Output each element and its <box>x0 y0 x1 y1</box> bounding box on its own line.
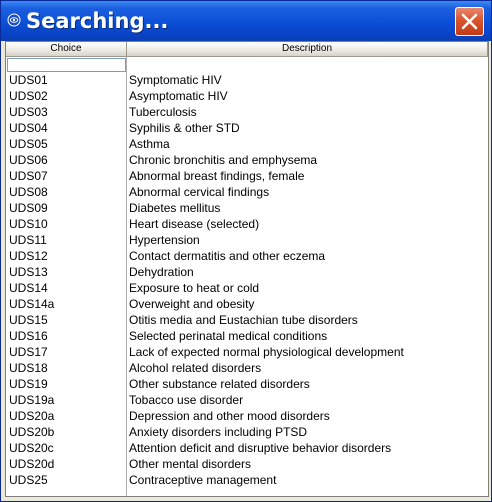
table-row[interactable]: UDS20c Attention deficit and disruptive b… <box>6 440 488 456</box>
choice-cell: UDS03 <box>9 105 48 119</box>
choice-cell: UDS20b <box>9 425 55 439</box>
table-row[interactable]: UDS09 Diabetes mellitus <box>6 200 488 216</box>
table-row[interactable]: UDS25 Contraceptive management <box>6 472 488 488</box>
description-cell: Contraceptive management <box>129 473 277 487</box>
description-cell: Heart disease (selected) <box>129 217 260 231</box>
close-button[interactable] <box>455 7 484 36</box>
choice-cell: UDS08 <box>9 185 48 199</box>
description-cell: Tobacco use disorder <box>129 393 244 407</box>
description-cell: Selected perinatal medical conditions <box>129 329 328 343</box>
close-icon <box>461 13 478 30</box>
choice-cell: UDS14 <box>9 281 48 295</box>
choice-cell: UDS19a <box>9 393 55 407</box>
title-bar[interactable]: Searching... <box>1 1 491 41</box>
table-row[interactable]: UDS15 Otitis media and Eustachian tube di… <box>6 312 488 328</box>
table-row[interactable]: UDS16 Selected perinatal medical conditio… <box>6 328 488 344</box>
description-cell: Abnormal breast findings, female <box>129 169 305 183</box>
choice-cell: UDS16 <box>9 329 48 343</box>
description-cell: Dehydration <box>129 265 194 279</box>
description-cell: Asymptomatic HIV <box>129 89 228 103</box>
description-cell: Anxiety disorders including PTSD <box>129 425 308 439</box>
table-row[interactable]: UDS17 Lack of expected normal physiologic… <box>6 344 488 360</box>
description-cell: Symptomatic HIV <box>129 73 222 87</box>
table-row[interactable]: UDS20b Anxiety disorders including PTSD <box>6 424 488 440</box>
table-row[interactable]: UDS20d Other mental disorders <box>6 456 488 472</box>
table-row[interactable]: UDS19 Other substance related disorders <box>6 376 488 392</box>
choice-cell: UDS20d <box>9 457 55 471</box>
choice-cell: UDS04 <box>9 121 48 135</box>
table-row[interactable]: UDS11 Hypertension <box>6 232 488 248</box>
description-cell: Exposure to heat or cold <box>129 281 260 295</box>
table-header: Choice Description <box>6 42 488 57</box>
choice-cell: UDS10 <box>9 217 48 231</box>
table-row[interactable]: UDS19a Tobacco use disorder <box>6 392 488 408</box>
choice-cell: UDS20a <box>9 409 55 423</box>
choice-cell: UDS12 <box>9 249 48 263</box>
choice-cell: UDS14a <box>9 297 55 311</box>
column-header-choice[interactable]: Choice <box>6 42 127 57</box>
description-cell: Other substance related disorders <box>129 377 310 391</box>
table-row[interactable]: UDS07 Abnormal breast findings, female <box>6 168 488 184</box>
choice-cell: UDS11 <box>9 233 47 247</box>
choice-cell: UDS09 <box>9 201 48 215</box>
table-row[interactable]: UDS14 Exposure to heat or cold <box>6 280 488 296</box>
description-cell: Abnormal cervical findings <box>129 185 270 199</box>
table-row[interactable]: UDS06 Chronic bronchitis and emphysema <box>6 152 488 168</box>
table-row[interactable]: UDS20a Depression and other mood disorder… <box>6 408 488 424</box>
description-cell: Contact dermatitis and other eczema <box>129 249 326 263</box>
table-row[interactable]: UDS10 Heart disease (selected) <box>6 216 488 232</box>
description-cell: Asthma <box>129 137 170 151</box>
description-cell: Overweight and obesity <box>129 297 255 311</box>
description-cell: Diabetes mellitus <box>129 201 221 215</box>
table-row[interactable]: UDS12 Contact dermatitis and other eczema <box>6 248 488 264</box>
search-dialog: Searching... Choice Description UDS01 Sym… <box>0 0 492 502</box>
table-row[interactable]: UDS14a Overweight and obesity <box>6 296 488 312</box>
choice-cell: UDS15 <box>9 313 48 327</box>
description-cell: Lack of expected normal physiological de… <box>129 345 404 359</box>
table-row[interactable]: UDS03 Tuberculosis <box>6 104 488 120</box>
column-header-description[interactable]: Description <box>127 42 488 57</box>
table-row[interactable]: UDS05 Asthma <box>6 136 488 152</box>
app-icon <box>7 13 21 27</box>
choice-cell: UDS06 <box>9 153 48 167</box>
table-row[interactable]: UDS08 Abnormal cervical findings <box>6 184 488 200</box>
choice-cell: UDS19 <box>9 377 48 391</box>
description-cell: Chronic bronchitis and emphysema <box>129 153 318 167</box>
window-title: Searching... <box>26 9 169 33</box>
table-body: UDS01 Symptomatic HIV UDS02 Asymptomatic HI… <box>6 72 488 488</box>
description-cell: Tuberculosis <box>129 105 197 119</box>
choice-cell: UDS20c <box>9 441 54 455</box>
description-cell: Alcohol related disorders <box>129 361 262 375</box>
choice-cell: UDS25 <box>9 473 48 487</box>
table-row[interactable]: UDS18 Alcohol related disorders <box>6 360 488 376</box>
description-cell: Other mental disorders <box>129 457 252 471</box>
description-cell: Syphilis & other STD <box>129 121 240 135</box>
choice-cell: UDS18 <box>9 361 48 375</box>
description-cell: Depression and other mood disorders <box>129 409 330 423</box>
table-row[interactable]: UDS04 Syphilis & other STD <box>6 120 488 136</box>
choice-cell: UDS13 <box>9 265 48 279</box>
description-cell: Hypertension <box>129 233 200 247</box>
choice-cell: UDS17 <box>9 345 48 359</box>
choice-filter-input[interactable] <box>7 58 126 72</box>
choice-cell: UDS01 <box>9 73 48 87</box>
table-row[interactable]: UDS02 Asymptomatic HIV <box>6 88 488 104</box>
choice-cell: UDS07 <box>9 169 48 183</box>
table-row[interactable]: UDS13 Dehydration <box>6 264 488 280</box>
table-row[interactable]: UDS01 Symptomatic HIV <box>6 72 488 88</box>
results-table: Choice Description UDS01 Symptomatic HIV U… <box>5 41 489 497</box>
choice-cell: UDS05 <box>9 137 48 151</box>
choice-cell: UDS02 <box>9 89 48 103</box>
description-cell: Otitis media and Eustachian tube disorde… <box>129 313 358 327</box>
description-cell: Attention deficit and disruptive behavio… <box>129 441 392 455</box>
